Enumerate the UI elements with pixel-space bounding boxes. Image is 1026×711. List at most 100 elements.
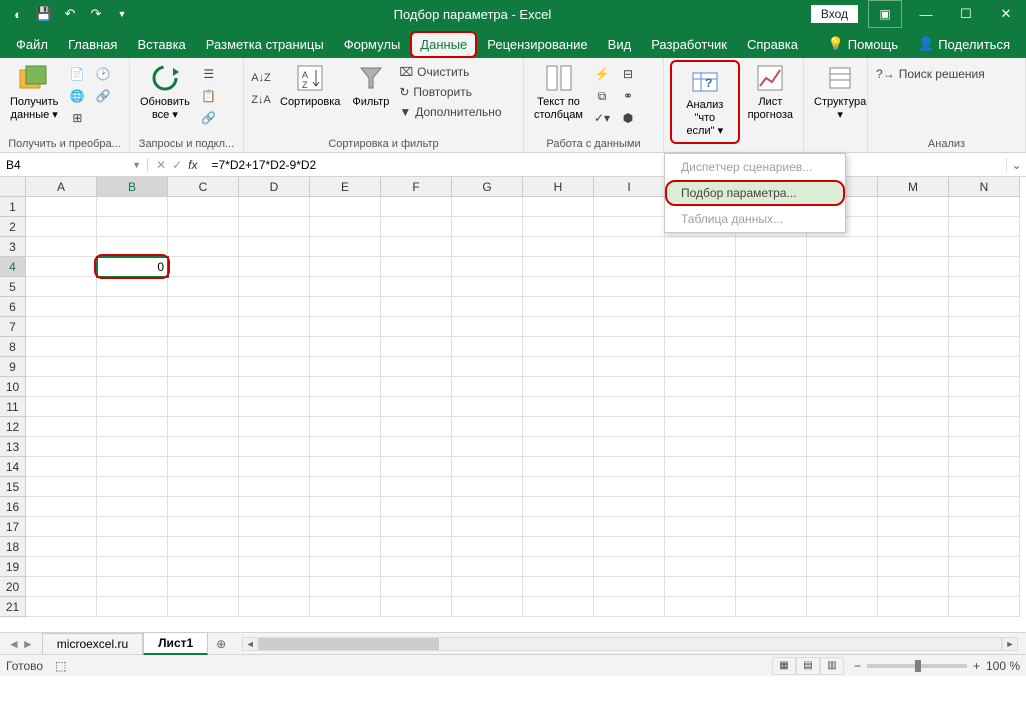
cell-L18[interactable] [807,537,878,557]
cell-H9[interactable] [523,357,594,377]
cell-C11[interactable] [168,397,239,417]
cell-L14[interactable] [807,457,878,477]
cell-C9[interactable] [168,357,239,377]
maximize-icon[interactable]: ☐ [946,0,986,28]
zoom-slider[interactable] [867,664,967,668]
cell-I5[interactable] [594,277,665,297]
cell-E2[interactable] [310,217,381,237]
cell-A18[interactable] [26,537,97,557]
cell-D12[interactable] [239,417,310,437]
cell-F19[interactable] [381,557,452,577]
cell-C19[interactable] [168,557,239,577]
cell-G18[interactable] [452,537,523,557]
col-header-E[interactable]: E [310,177,381,197]
cell-C18[interactable] [168,537,239,557]
spreadsheet-grid[interactable]: ABCDEFGHIJKLMN 1234567891011121314151617… [0,177,1026,632]
cell-G9[interactable] [452,357,523,377]
row-header-17[interactable]: 17 [0,517,26,537]
menu-scenario-manager[interactable]: Диспетчер сценариев... [665,154,845,180]
cell-A19[interactable] [26,557,97,577]
cell-C2[interactable] [168,217,239,237]
cell-N5[interactable] [949,277,1020,297]
row-header-8[interactable]: 8 [0,337,26,357]
cell-L20[interactable] [807,577,878,597]
cell-C13[interactable] [168,437,239,457]
cell-A5[interactable] [26,277,97,297]
cell-E6[interactable] [310,297,381,317]
view-page-break-icon[interactable]: ▥ [820,657,844,675]
col-header-I[interactable]: I [594,177,665,197]
cell-L16[interactable] [807,497,878,517]
cell-K21[interactable] [736,597,807,617]
cell-J3[interactable] [665,237,736,257]
sort-button[interactable]: AZ Сортировка [276,60,344,111]
tell-me[interactable]: 💡Помощь [820,30,906,58]
cell-L10[interactable] [807,377,878,397]
cell-N12[interactable] [949,417,1020,437]
cell-E9[interactable] [310,357,381,377]
cell-B18[interactable] [97,537,168,557]
cell-A3[interactable] [26,237,97,257]
row-header-2[interactable]: 2 [0,217,26,237]
cell-A11[interactable] [26,397,97,417]
select-all-corner[interactable] [0,177,26,197]
cell-M2[interactable] [878,217,949,237]
relationships-icon[interactable]: ⚭ [617,86,639,106]
undo-icon[interactable]: ↶ [58,2,82,26]
cell-G4[interactable] [452,257,523,277]
get-data-button[interactable]: Получить данные ▾ [6,60,62,124]
cell-K19[interactable] [736,557,807,577]
new-sheet-icon[interactable]: ⊕ [208,637,234,651]
cell-C10[interactable] [168,377,239,397]
cell-E1[interactable] [310,197,381,217]
cell-I12[interactable] [594,417,665,437]
cell-B12[interactable] [97,417,168,437]
horizontal-scrollbar[interactable]: ◄ ► [242,637,1018,651]
cell-J9[interactable] [665,357,736,377]
cell-K20[interactable] [736,577,807,597]
cell-D14[interactable] [239,457,310,477]
cell-I21[interactable] [594,597,665,617]
name-box[interactable]: B4 ▼ [0,158,148,172]
cell-L8[interactable] [807,337,878,357]
cell-H21[interactable] [523,597,594,617]
cell-K12[interactable] [736,417,807,437]
cell-E13[interactable] [310,437,381,457]
cell-H3[interactable] [523,237,594,257]
from-table-icon[interactable]: ⊞ [66,108,88,128]
cell-C12[interactable] [168,417,239,437]
cell-F15[interactable] [381,477,452,497]
cell-I8[interactable] [594,337,665,357]
macro-record-icon[interactable]: ⬚ [55,659,66,673]
cell-H14[interactable] [523,457,594,477]
cell-A17[interactable] [26,517,97,537]
cell-E21[interactable] [310,597,381,617]
zoom-level[interactable]: 100 % [986,659,1020,673]
from-web-icon[interactable]: 🌐 [66,86,88,106]
cell-H10[interactable] [523,377,594,397]
cell-M14[interactable] [878,457,949,477]
cell-B19[interactable] [97,557,168,577]
cell-M6[interactable] [878,297,949,317]
cell-D16[interactable] [239,497,310,517]
cell-F16[interactable] [381,497,452,517]
cell-B4[interactable]: 0 [97,257,168,277]
cell-C17[interactable] [168,517,239,537]
outline-button[interactable]: Структура ▾ [810,60,870,124]
clear-filter-button[interactable]: ⌧Очистить [397,64,503,80]
cell-J10[interactable] [665,377,736,397]
cell-G17[interactable] [452,517,523,537]
enter-formula-icon[interactable]: ✓ [172,158,182,172]
row-header-21[interactable]: 21 [0,597,26,617]
cell-N20[interactable] [949,577,1020,597]
scroll-right-icon[interactable]: ► [1002,637,1018,651]
chevron-down-icon[interactable]: ▼ [132,160,141,170]
queries-pane-icon[interactable]: ☰ [198,64,220,84]
cell-D13[interactable] [239,437,310,457]
cell-D9[interactable] [239,357,310,377]
cell-B2[interactable] [97,217,168,237]
edit-links-icon[interactable]: 🔗 [198,108,220,128]
cell-N7[interactable] [949,317,1020,337]
cell-M8[interactable] [878,337,949,357]
cell-D21[interactable] [239,597,310,617]
